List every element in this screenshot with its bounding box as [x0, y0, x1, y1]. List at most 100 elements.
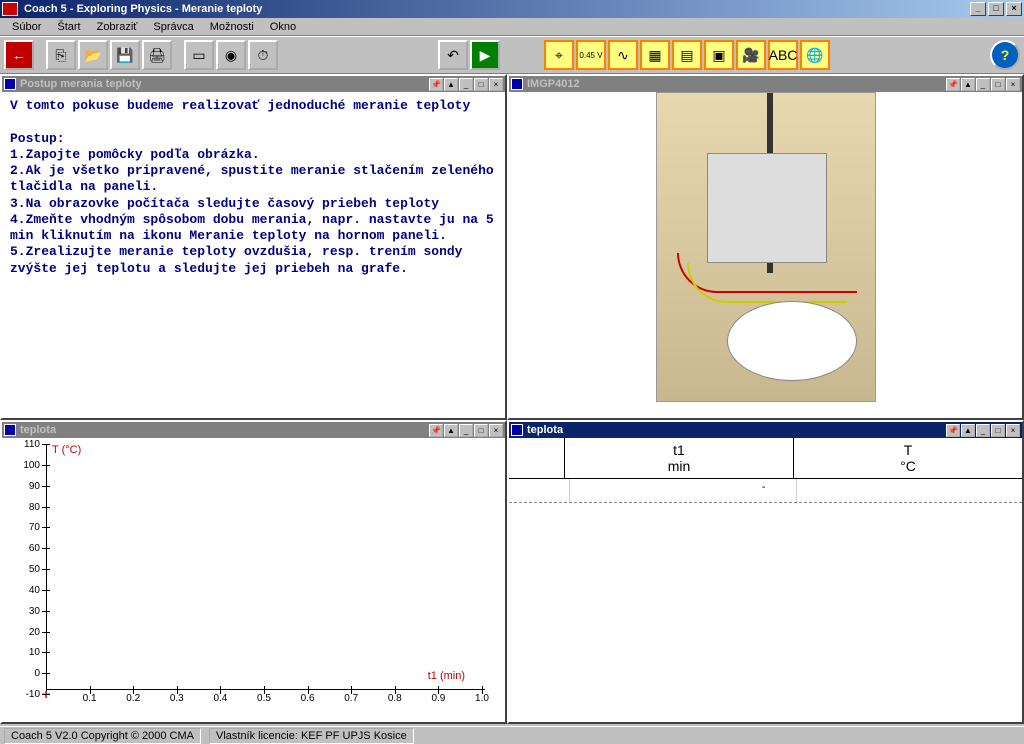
pane-min-button[interactable]: _ — [459, 78, 473, 91]
sensor-button[interactable]: ◉ — [216, 40, 246, 70]
table-row[interactable]: - — [509, 479, 1022, 503]
menu-okno[interactable]: Okno — [262, 19, 304, 35]
table-button[interactable]: ▦ — [640, 40, 670, 70]
pane-close-button[interactable]: × — [1006, 78, 1020, 91]
pane-instructions-title: Postup merania teploty — [20, 78, 428, 90]
pane-image-titlebar[interactable]: IMGP4012 📌 ▲ _ □ × — [509, 76, 1022, 92]
chart-ytick: 20 — [18, 627, 40, 638]
pane-close-button[interactable]: × — [489, 424, 503, 437]
table-col1-header[interactable]: t1 min — [565, 438, 794, 478]
pane-up-button[interactable]: ▲ — [961, 424, 975, 437]
pane-up-button[interactable]: ▲ — [444, 424, 458, 437]
chart-xtick: 0.4 — [213, 693, 227, 704]
run-button[interactable]: ▶ — [470, 40, 500, 70]
pane-min-button[interactable]: _ — [976, 78, 990, 91]
menubar: Súbor Štart Zobraziť Správca Možnosti Ok… — [0, 18, 1024, 36]
pane-chart-titlebar[interactable]: teplota 📌 ▲ _ □ × — [2, 422, 505, 438]
chart-xtick: 1.0 — [475, 693, 489, 704]
app-titlebar: Coach 5 - Exploring Physics - Meranie te… — [0, 0, 1024, 18]
chart-ytick: 90 — [18, 481, 40, 492]
pane-pin-button[interactable]: 📌 — [429, 78, 443, 91]
menu-moznosti[interactable]: Možnosti — [202, 19, 262, 35]
save-button[interactable]: 💾 — [110, 40, 140, 70]
col2-name: T — [794, 442, 1022, 458]
copy-button[interactable]: ⎘ — [46, 40, 76, 70]
pane-min-button[interactable]: _ — [976, 424, 990, 437]
maximize-button[interactable]: □ — [988, 2, 1004, 16]
data-table[interactable]: t1 min T °C - — [509, 438, 1022, 722]
table-cell: - — [570, 479, 797, 502]
graph-button[interactable]: ∿ — [608, 40, 638, 70]
pane-pin-button[interactable]: 📌 — [946, 78, 960, 91]
minimize-button[interactable]: _ — [970, 2, 986, 16]
chart-ylabel: T (°C) — [52, 444, 81, 456]
pane-table-titlebar[interactable]: teplota 📌 ▲ _ □ × — [509, 422, 1022, 438]
menu-subor[interactable]: Súbor — [4, 19, 49, 35]
pane-instructions: Postup merania teploty 📌 ▲ _ □ × V tomto… — [0, 74, 507, 420]
timer-button[interactable]: ⏱ — [248, 40, 278, 70]
chart-ytick: 100 — [18, 460, 40, 471]
chart-ytick: 110 — [18, 439, 40, 450]
table-rowhead — [509, 438, 565, 478]
undo-button[interactable]: ↶ — [438, 40, 468, 70]
app-title: Coach 5 - Exploring Physics - Meranie te… — [22, 3, 970, 15]
pane-max-button[interactable]: □ — [991, 78, 1005, 91]
table-cell — [509, 479, 570, 502]
chart-xtick: 0.3 — [170, 693, 184, 704]
close-button[interactable]: × — [1006, 2, 1022, 16]
menu-zobrazit[interactable]: Zobraziť — [89, 19, 146, 35]
pane-max-button[interactable]: □ — [474, 78, 488, 91]
print-button[interactable]: 🖨 — [142, 40, 172, 70]
meter-button[interactable]: ⌖ — [544, 40, 574, 70]
pane-chart-title: teplota — [20, 424, 428, 436]
chart-xtick: 0.5 — [257, 693, 271, 704]
col1-unit: min — [565, 458, 793, 474]
chart-xtick: 0.1 — [83, 693, 97, 704]
pane-pin-button[interactable]: 📌 — [429, 424, 443, 437]
panel-button[interactable]: ▭ — [184, 40, 214, 70]
pane-image: IMGP4012 📌 ▲ _ □ × — [507, 74, 1024, 420]
pane-max-button[interactable]: □ — [991, 424, 1005, 437]
chart-xtick: 0.9 — [431, 693, 445, 704]
image-button[interactable]: ▣ — [704, 40, 734, 70]
chart-ytick: 40 — [18, 585, 40, 596]
pane-min-button[interactable]: _ — [459, 424, 473, 437]
text-button[interactable]: ▤ — [672, 40, 702, 70]
chart-ytick: 60 — [18, 543, 40, 554]
chart-xtick: 0.7 — [344, 693, 358, 704]
pane-instructions-titlebar[interactable]: Postup merania teploty 📌 ▲ _ □ × — [2, 76, 505, 92]
pane-icon — [4, 424, 16, 436]
table-cell — [797, 479, 1023, 502]
chart-xlabel: t1 (min) — [428, 670, 465, 682]
col2-unit: °C — [794, 458, 1022, 474]
video-button[interactable]: 🎥 — [736, 40, 766, 70]
value-button[interactable]: 0.45 V — [576, 40, 606, 70]
menu-spravca[interactable]: Správca — [145, 19, 201, 35]
chart-xtick: 0.8 — [388, 693, 402, 704]
pane-up-button[interactable]: ▲ — [961, 78, 975, 91]
notes-button[interactable]: ABC — [768, 40, 798, 70]
chart-ytick: 70 — [18, 522, 40, 533]
pane-close-button[interactable]: × — [1006, 424, 1020, 437]
pane-icon — [511, 78, 523, 90]
pane-close-button[interactable]: × — [489, 78, 503, 91]
table-col2-header[interactable]: T °C — [794, 438, 1022, 478]
app-icon — [2, 2, 18, 16]
help-button[interactable]: ? — [990, 40, 1020, 70]
work-area: Postup merania teploty 📌 ▲ _ □ × V tomto… — [0, 74, 1024, 724]
menu-start[interactable]: Štart — [49, 19, 88, 35]
pane-max-button[interactable]: □ — [474, 424, 488, 437]
pane-chart: teplota 📌 ▲ _ □ × T (°C) t1 (min) + -100… — [0, 420, 507, 724]
open-button[interactable]: 📂 — [78, 40, 108, 70]
experiment-photo — [656, 92, 876, 402]
chart-ytick: 30 — [18, 606, 40, 617]
web-button[interactable]: 🌐 — [800, 40, 830, 70]
statusbar: Coach 5 V2.0 Copyright © 2000 CMA Vlastn… — [0, 726, 1024, 744]
temperature-chart[interactable]: T (°C) t1 (min) + -100102030405060708090… — [2, 438, 505, 722]
pane-pin-button[interactable]: 📌 — [946, 424, 960, 437]
pane-table: teplota 📌 ▲ _ □ × t1 min T °C — [507, 420, 1024, 724]
pane-table-title: teplota — [527, 424, 945, 436]
back-button[interactable]: ← — [4, 40, 34, 70]
pane-icon — [511, 424, 523, 436]
pane-up-button[interactable]: ▲ — [444, 78, 458, 91]
